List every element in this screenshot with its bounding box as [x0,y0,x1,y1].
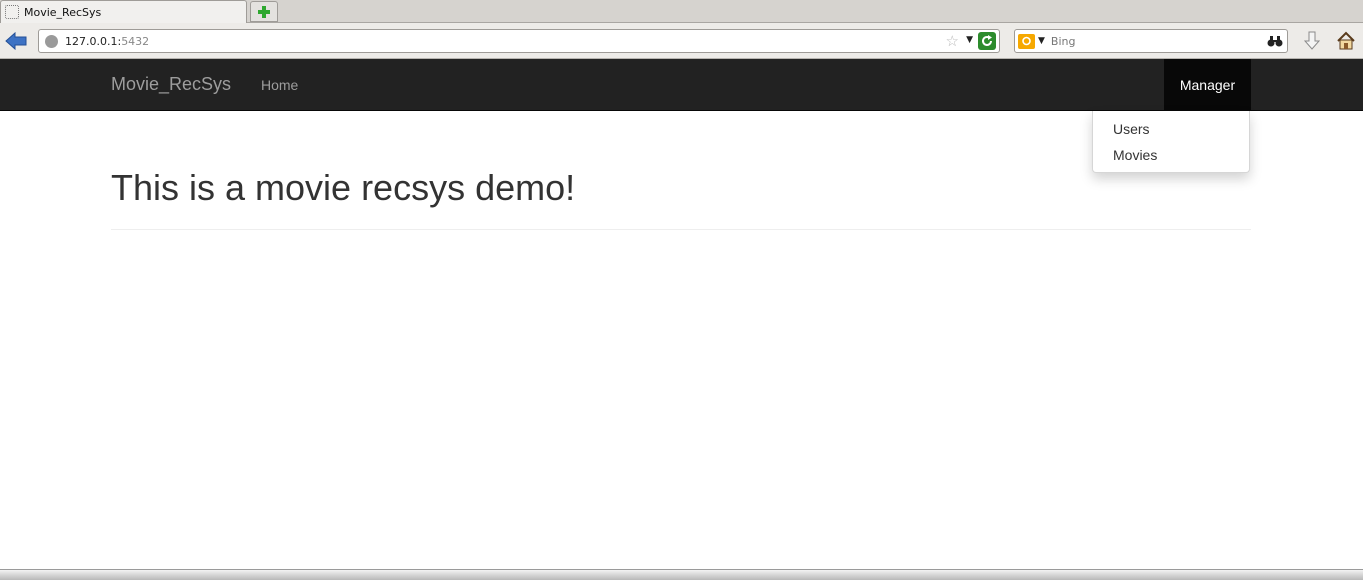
tab-title: Movie_RecSys [24,5,102,19]
home-icon [1337,31,1355,50]
reload-icon [982,35,992,46]
plus-icon [258,5,270,18]
engine-glyph-icon [1022,36,1031,46]
downloads-button[interactable] [1300,29,1324,53]
header-divider [111,229,1251,230]
url-history-dropdown-icon[interactable]: ▼ [966,35,973,45]
browser-status-bar [0,569,1363,580]
page-viewport: Movie_RecSys Home Manager Users Movies T… [0,59,1363,569]
home-button[interactable] [1334,29,1358,53]
tab-strip: Movie_RecSys [0,0,1363,23]
search-input[interactable]: Bing [1051,35,1076,48]
download-arrow-icon [1303,31,1321,50]
manager-dropdown-toggle[interactable]: Manager [1164,59,1251,110]
new-tab-button[interactable] [250,1,278,22]
bing-engine-icon[interactable] [1018,33,1035,49]
page-headline: This is a movie recsys demo! [111,167,576,208]
dropdown-item-users[interactable]: Users [1113,121,1150,137]
browser-tab[interactable]: Movie_RecSys [0,0,247,23]
manager-dropdown-menu: Users Movies [1092,111,1250,173]
dropdown-item-movies[interactable]: Movies [1113,147,1157,163]
address-bar[interactable]: 127.0.0.1: 5432 ☆ ▼ [38,29,1000,53]
bookmark-star-icon[interactable]: ☆ [946,33,959,49]
binoculars-icon[interactable] [1267,34,1283,48]
reload-button[interactable] [978,32,996,50]
url-host: 127.0.0.1: [65,34,122,48]
search-bar[interactable]: ▼ Bing [1014,29,1288,53]
browser-toolbar: 127.0.0.1: 5432 ☆ ▼ ▼ Bing [0,23,1363,59]
engine-dropdown-icon[interactable]: ▼ [1038,36,1045,46]
back-arrow-icon [5,32,27,50]
nav-home-link[interactable]: Home [261,77,298,93]
back-button[interactable] [4,30,28,52]
url-port: 5432 [121,34,150,48]
brand-link[interactable]: Movie_RecSys [111,74,231,95]
app-navbar: Movie_RecSys Home Manager [0,59,1363,111]
page-favicon-icon [5,5,19,19]
globe-icon [45,34,58,48]
